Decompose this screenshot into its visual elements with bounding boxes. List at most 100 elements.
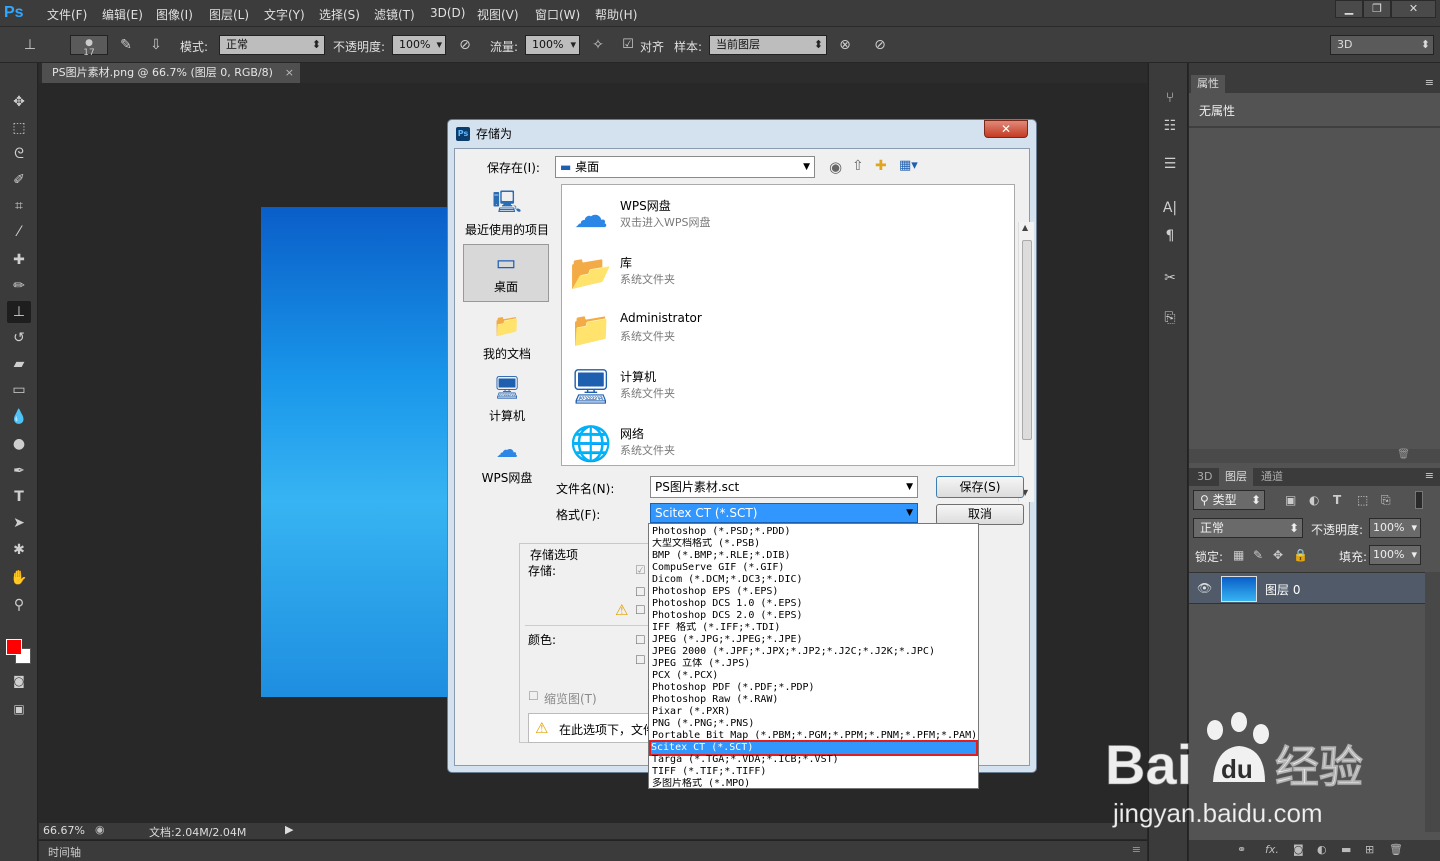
status-info-icon[interactable]: ◉ [95, 823, 105, 836]
up-folder-icon[interactable]: ⇧ [852, 158, 864, 174]
gradient-tool-icon[interactable]: ▭ [7, 379, 31, 401]
clone-source-icon[interactable]: ⇩ [146, 35, 166, 55]
new-folder-icon[interactable]: ✚ [875, 158, 887, 174]
menu-type[interactable]: 文字(Y) [264, 6, 305, 23]
sample-select[interactable]: 当前图层 ⬍ [709, 35, 827, 55]
history-brush-icon[interactable]: ↺ [7, 327, 31, 349]
mode-select[interactable]: 正常 ⬍ [219, 35, 325, 55]
status-menu-arrow-icon[interactable]: ▶ [285, 823, 293, 836]
tab-layers[interactable]: 图层 [1219, 468, 1253, 486]
filter-shape-icon[interactable]: ⬚ [1357, 493, 1368, 507]
option-checkbox[interactable]: ☐ [635, 633, 646, 647]
fx-icon[interactable]: fx. [1265, 843, 1279, 856]
fill-input[interactable]: 100% ▾ [1369, 545, 1421, 565]
filter-pixel-icon[interactable]: ▣ [1285, 493, 1296, 507]
minimize-button[interactable]: ▁ [1335, 0, 1363, 18]
airbrush-icon[interactable]: ✧ [588, 35, 608, 55]
paragraph-panel-icon[interactable]: ¶ [1159, 225, 1181, 247]
option-checkbox[interactable]: ☑ [635, 563, 646, 577]
menu-select[interactable]: 选择(S) [319, 6, 360, 23]
lock-position-icon[interactable]: ✥ [1273, 548, 1283, 562]
list-item[interactable]: 🖥 计算机 系统文件夹 [568, 358, 988, 412]
document-image[interactable] [261, 207, 447, 697]
clone-stamp-tool-icon[interactable]: ⊥ [7, 301, 31, 323]
option-checkbox[interactable]: ☐ [635, 585, 646, 599]
brush-tool-icon[interactable]: ✏ [7, 275, 31, 297]
panel-menu-icon[interactable]: ≡ [1425, 76, 1434, 89]
eyedropper-tool-icon[interactable]: ⁄ [7, 221, 31, 243]
tab-channels[interactable]: 通道 [1255, 468, 1289, 486]
format-option[interactable]: Photoshop EPS (*.EPS) [652, 586, 978, 598]
format-option[interactable]: CompuServe GIF (*.GIF) [652, 562, 978, 574]
place-recent[interactable]: 🖳 最近使用的项目 [463, 188, 551, 238]
history-panel-icon[interactable]: ⑂ [1159, 87, 1181, 109]
save-in-select[interactable]: ▬ 桌面 ▼ [555, 156, 815, 178]
filter-toggle[interactable] [1415, 491, 1423, 509]
restore-button[interactable]: ❐ [1363, 0, 1391, 18]
quick-select-tool-icon[interactable]: ✐ [7, 169, 31, 191]
thumbnail-checkbox[interactable]: ☐ [528, 689, 539, 703]
crop-tool-icon[interactable]: ⌗ [7, 195, 31, 217]
marquee-tool-icon[interactable]: ⬚ [7, 117, 31, 139]
format-option[interactable]: Photoshop DCS 2.0 (*.EPS) [652, 610, 978, 622]
filter-smart-icon[interactable]: ⎘ [1381, 493, 1391, 508]
close-window-button[interactable]: ✕ [1391, 0, 1436, 18]
layer-filter-select[interactable]: ⚲ 类型 ⬍ [1193, 490, 1265, 510]
format-option[interactable]: PCX (*.PCX) [652, 670, 978, 682]
filename-input[interactable]: PS图片素材.sct ▼ [650, 476, 918, 498]
adjustments-panel-icon[interactable]: ☷ [1159, 115, 1181, 137]
menu-help[interactable]: 帮助(H) [595, 6, 637, 23]
filter-type-icon[interactable]: T [1333, 493, 1341, 507]
tool-presets-icon[interactable]: ✂ [1159, 267, 1181, 289]
clone-source-panel-icon[interactable]: ⎘ [1159, 307, 1181, 329]
healing-brush-icon[interactable]: ✚ [7, 249, 31, 271]
ignore-adjustment-icon[interactable]: ⊗ [835, 35, 855, 55]
shape-tool-icon[interactable]: ✱ [7, 539, 31, 561]
delete-layer-icon[interactable]: 🗑 [1389, 843, 1403, 856]
format-option[interactable]: TIFF (*.TIF;*.TIFF) [652, 766, 978, 778]
pressure-size-icon[interactable]: ⊘ [870, 35, 890, 55]
move-tool-icon[interactable]: ✥ [7, 91, 31, 113]
scroll-thumb[interactable] [1022, 240, 1032, 440]
timeline-tab[interactable]: 时间轴 [48, 844, 81, 860]
save-button[interactable]: 保存(S) [936, 476, 1024, 498]
screen-mode-icon[interactable]: ▣ [7, 698, 31, 720]
link-layers-icon[interactable]: ⚭ [1237, 843, 1246, 856]
menu-layer[interactable]: 图层(L) [209, 6, 249, 23]
lock-paint-icon[interactable]: ✎ [1253, 548, 1263, 562]
format-option[interactable]: IFF 格式 (*.IFF;*.TDI) [652, 622, 978, 634]
panel-menu-icon[interactable]: ≡ [1132, 843, 1141, 856]
path-select-icon[interactable]: ➤ [7, 512, 31, 534]
view-menu-icon[interactable]: ▦▾ [899, 158, 918, 173]
lock-all-icon[interactable]: 🔒 [1293, 548, 1308, 562]
menu-image[interactable]: 图像(I) [156, 6, 193, 23]
filter-adjust-icon[interactable]: ◐ [1309, 493, 1319, 507]
blur-tool-icon[interactable]: 💧 [7, 406, 31, 428]
pen-tool-icon[interactable]: ✒ [7, 460, 31, 482]
file-list-scrollbar[interactable]: ▲ ▼ [1018, 222, 1034, 502]
back-icon[interactable]: ◉ [829, 158, 842, 176]
cancel-button[interactable]: 取消 [936, 504, 1024, 525]
dodge-tool-icon[interactable]: ● [7, 433, 31, 455]
flow-input[interactable]: 100% ▾ [525, 35, 580, 55]
format-option[interactable]: Portable Bit Map (*.PBM;*.PGM;*.PPM;*.PN… [652, 730, 978, 742]
format-select[interactable]: Scitex CT (*.SCT) ▼ [650, 503, 918, 523]
menu-window[interactable]: 窗口(W) [535, 6, 580, 23]
brush-preset-picker[interactable]: ● 17 [70, 35, 108, 58]
format-option[interactable]: JPEG (*.JPG;*.JPEG;*.JPE) [652, 634, 978, 646]
place-computer[interactable]: 🖥 计算机 [463, 374, 551, 424]
add-mask-icon[interactable]: ◙ [1293, 843, 1304, 856]
zoom-level[interactable]: 66.67% [43, 824, 85, 837]
new-layer-icon[interactable]: ⊞ [1365, 843, 1374, 856]
format-option[interactable]: Photoshop DCS 1.0 (*.EPS) [652, 598, 978, 610]
format-option[interactable]: Pixar (*.PXR) [652, 706, 978, 718]
format-option[interactable]: Scitex CT (*.SCT) [649, 740, 978, 756]
list-item[interactable]: ☁ WPS网盘 双击进入WPS网盘 [568, 187, 988, 241]
list-item[interactable]: 📂 库系统文件夹 [568, 244, 988, 298]
pressure-opacity-icon[interactable]: ⊘ [455, 35, 475, 55]
character-panel-icon[interactable]: A| [1159, 197, 1181, 219]
trash-icon[interactable]: 🗑 [1397, 449, 1410, 460]
format-option[interactable]: Photoshop Raw (*.RAW) [652, 694, 978, 706]
lasso-tool-icon[interactable]: ᘓ [7, 143, 31, 165]
scroll-up-icon[interactable]: ▲ [1022, 223, 1028, 232]
